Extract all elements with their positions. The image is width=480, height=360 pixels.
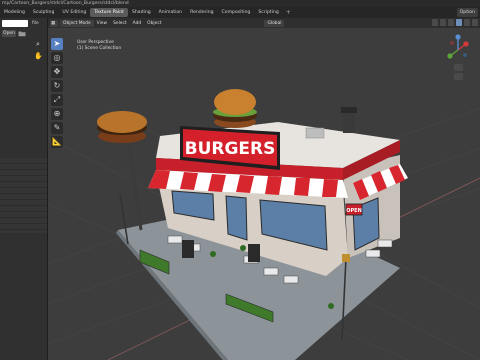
header-right-icons [432, 19, 478, 26]
viewport-info: User Perspective (1) Scene Collection [77, 40, 121, 52]
options-button[interactable]: Option [456, 8, 478, 17]
overlay-toggle-icon[interactable] [432, 19, 438, 26]
potted-plant[interactable] [328, 303, 334, 309]
tab-modeling[interactable]: Modeling [0, 8, 29, 17]
material-shading-icon[interactable] [464, 19, 470, 26]
open-sign-text: OPEN [346, 208, 362, 214]
tab-uv-editing[interactable]: UV Editing [58, 8, 90, 17]
menu-view[interactable]: View [94, 20, 110, 27]
hand-pan-icon[interactable]: ✋ [34, 52, 43, 60]
pan-view-button[interactable] [454, 73, 463, 80]
editor-type-button[interactable]: ▦ [50, 19, 58, 27]
sign-pole [126, 135, 143, 231]
navigation-gizmo[interactable] [442, 30, 474, 88]
window-title-bar: mp/Cartoon_Burgers/stdcl/Cartoon_Burgers… [0, 0, 480, 7]
tool-shelf: ➤ ◎ ✥ ↻ ⤢ ⊕ ✎ 📐 [51, 38, 63, 150]
menu-add[interactable]: Add [130, 20, 145, 27]
tab-texture-paint[interactable]: Texture Paint [90, 8, 128, 17]
list-item[interactable] [0, 224, 47, 230]
file-list [0, 158, 47, 233]
tab-sculpting[interactable]: Sculpting [29, 8, 58, 17]
window-title: mp/Cartoon_Burgers/stdcl/Cartoon_Burgers… [2, 1, 129, 6]
annotate-tool[interactable]: ✎ [51, 122, 63, 134]
menu-board-left[interactable] [182, 240, 194, 258]
transform-tool[interactable]: ⊕ [51, 108, 63, 120]
tab-scripting[interactable]: Scripting [254, 8, 282, 17]
tab-animation[interactable]: Animation [155, 8, 186, 17]
lamp-head [342, 254, 350, 262]
file-path-input[interactable] [2, 20, 28, 27]
roof-ac-unit[interactable] [305, 127, 325, 139]
roof-chimney[interactable] [343, 111, 355, 133]
3d-viewport[interactable]: BURGERS OPEN ▦ Object Mode View Select A… [48, 18, 480, 360]
select-box-tool[interactable]: ➤ [51, 38, 63, 50]
scene-render[interactable]: BURGERS OPEN [48, 18, 480, 360]
cursor-tool[interactable]: ◎ [51, 52, 63, 64]
add-workspace-button[interactable]: + [283, 8, 294, 17]
front-door[interactable] [225, 195, 248, 241]
measure-tool[interactable]: 📐 [51, 136, 63, 148]
chimney-cap [341, 107, 357, 113]
gizmo-x-axis[interactable] [463, 41, 469, 47]
zoom-icon[interactable]: ⌕ [34, 40, 42, 48]
zoom-view-button[interactable] [454, 64, 463, 71]
rotate-tool[interactable]: ↻ [51, 80, 63, 92]
sign-text: BURGERS [185, 139, 276, 159]
scene-collection-label: (1) Scene Collection [77, 46, 122, 51]
gizmo-y-axis[interactable] [447, 53, 453, 59]
viewport-header: ▦ Object Mode View Select Add Object Glo… [48, 18, 480, 28]
menu-board-right[interactable] [248, 244, 260, 262]
menu-select[interactable]: Select [110, 20, 130, 27]
folder-icon[interactable] [18, 30, 26, 37]
transform-orientation-select[interactable]: Global [264, 19, 285, 27]
scale-tool[interactable]: ⤢ [51, 94, 63, 106]
tab-shading[interactable]: Shading [128, 8, 155, 17]
open-button[interactable]: Open [2, 30, 16, 37]
potted-plant[interactable] [240, 245, 246, 251]
pole-burger[interactable] [97, 111, 147, 143]
tab-compositing[interactable]: Compositing [218, 8, 255, 17]
potted-plant[interactable] [210, 251, 216, 257]
tab-rendering[interactable]: Rendering [186, 8, 217, 17]
wireframe-shading-icon[interactable] [448, 19, 454, 26]
menu-object[interactable]: Object [144, 20, 164, 27]
workspace-tabs-bar: Modeling Sculpting UV Editing Texture Pa… [0, 7, 480, 18]
gizmo-z-axis[interactable] [455, 34, 461, 40]
move-tool[interactable]: ✥ [51, 66, 63, 78]
mode-select[interactable]: Object Mode [60, 19, 94, 27]
rendered-shading-icon[interactable] [472, 19, 478, 26]
file-field-label: file [32, 21, 39, 26]
xray-toggle-icon[interactable] [440, 19, 446, 26]
left-panel: file Open ⌕ ✋ [0, 18, 48, 360]
roof-burger[interactable] [213, 89, 257, 128]
solid-shading-icon[interactable] [456, 19, 462, 26]
